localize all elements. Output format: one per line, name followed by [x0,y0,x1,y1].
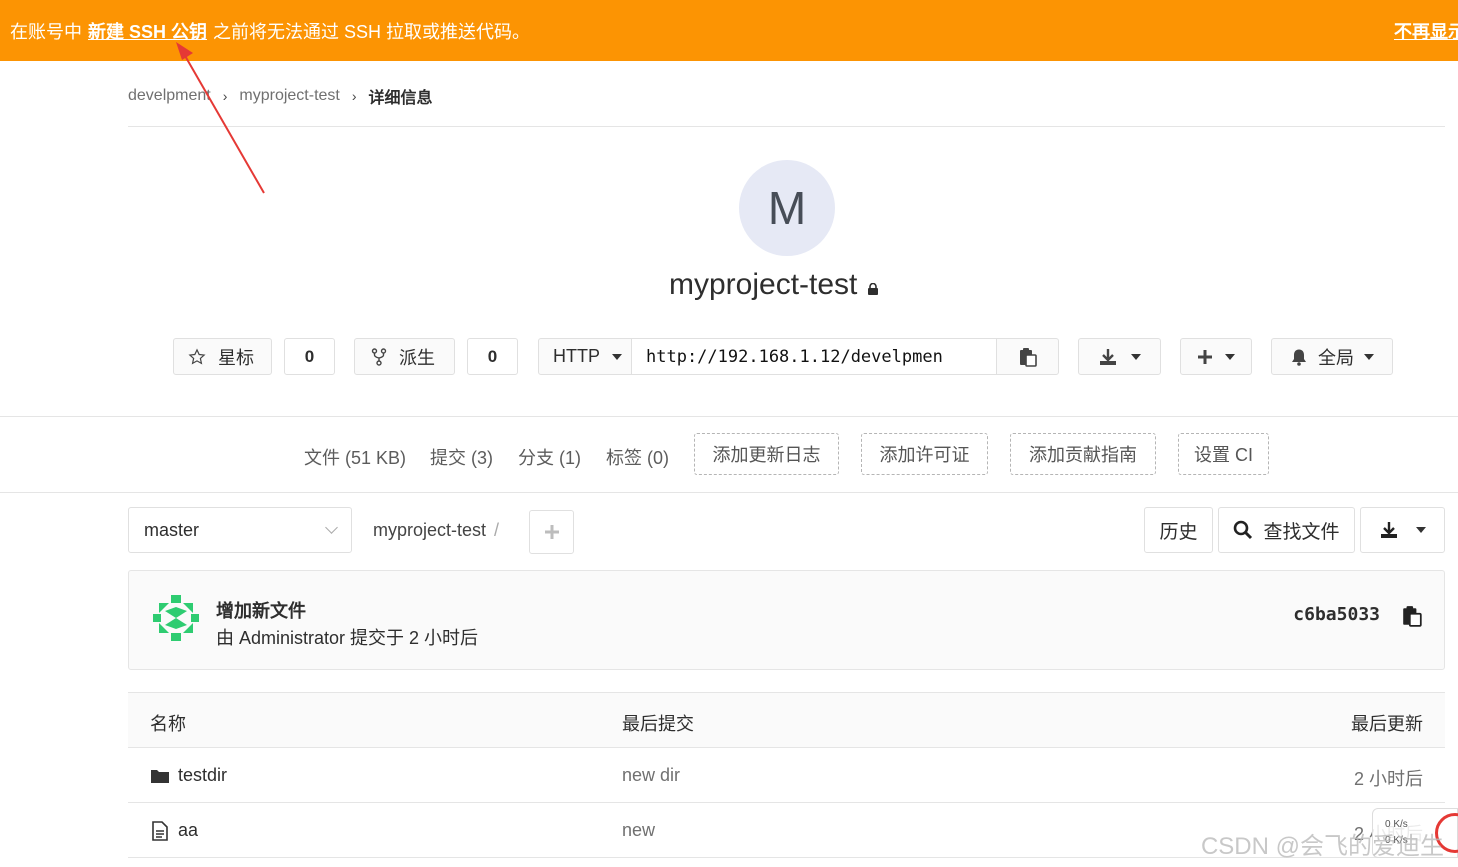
star-button[interactable]: 星标 [173,338,272,375]
fork-icon [371,347,387,366]
download-icon [1380,522,1397,538]
table-header: 名称 最后提交 最后更新 [128,692,1445,748]
commit-meta: 由 Administrator 提交于 2 小时后 [216,628,479,648]
project-avatar: M [739,160,835,256]
download-icon [1099,348,1116,365]
clone-url-input[interactable]: http://192.168.1.12/develpmen [631,338,997,375]
download-dropdown[interactable] [1078,338,1161,375]
plus-icon [1198,349,1212,364]
find-file-button[interactable]: 查找文件 [1218,507,1355,553]
caret-down-icon [1415,527,1426,533]
header-name: 名称 [150,714,186,734]
add-file-dropdown[interactable] [529,510,574,554]
watermark: CSDN @会飞的爱迪生 [1200,833,1444,860]
file-name-cell: testdir [150,765,227,786]
path-separator: / [494,520,500,540]
project-name: myproject-test [669,268,858,301]
ssh-key-warning-banner: 在账号中 新建 SSH 公钥 之前将无法通过 SSH 拉取或推送代码。 不再显示 [0,0,1458,61]
banner-suffix: 之前将无法通过 SSH 拉取或推送代码。 [213,21,531,42]
file-last-commit[interactable]: new dir [622,765,680,786]
fork-button[interactable]: 派生 [354,338,455,375]
clipboard-icon [1019,347,1037,367]
dont-show-again-link[interactable]: 不再显示 [1394,18,1458,44]
star-count[interactable]: 0 [284,338,335,375]
file-name[interactable]: aa [178,820,198,841]
setup-ci-button[interactable]: 设置 CI [1178,433,1269,475]
breadcrumb-current[interactable]: 详细信息 [369,84,433,108]
breadcrumb-divider [128,126,1445,127]
project-title: myproject-test [669,268,879,302]
add-changelog-button[interactable]: 添加更新日志 [694,433,839,475]
file-name[interactable]: testdir [178,765,227,786]
file-name-cell: aa [150,820,198,841]
caret-down-icon [612,353,622,360]
copy-url-button[interactable] [996,338,1059,375]
add-contributing-button[interactable]: 添加贡献指南 [1010,433,1156,475]
protocol-label: HTTP [553,346,600,366]
star-label: 星标 [218,347,254,368]
repo-download-dropdown[interactable] [1360,507,1445,553]
table-row[interactable]: testdir new dir 2 小时后 [128,748,1445,803]
caret-down-icon [1225,353,1235,360]
header-last-commit: 最后提交 [622,714,694,734]
find-file-label: 查找文件 [1263,521,1340,543]
divider [0,492,1458,493]
user-identicon[interactable] [151,593,201,643]
banner-prefix: 在账号中 [10,21,82,42]
history-button[interactable]: 历史 [1144,507,1213,553]
add-license-button[interactable]: 添加许可证 [861,433,988,475]
caret-down-icon [1364,353,1374,360]
add-ssh-key-link[interactable]: 新建 SSH 公钥 [88,18,207,44]
commit-sha[interactable]: c6ba5033 [1293,604,1380,625]
branch-name: master [144,519,200,540]
fork-count[interactable]: 0 [467,338,518,375]
folder-icon [151,769,169,783]
chevron-right-icon: › [351,88,357,104]
branch-select[interactable]: master [128,507,352,553]
breadcrumb: develpment › myproject-test › 详细信息 [128,84,433,108]
fork-label: 派生 [399,347,435,368]
star-icon [188,347,206,365]
header-last-update: 最后更新 [1351,714,1423,734]
notification-dropdown[interactable]: 全局 [1271,338,1393,375]
stat-commits[interactable]: 提交 (3) [430,444,493,470]
file-last-update: 2 小时后 [1353,769,1423,789]
chevron-down-icon [325,521,338,534]
clipboard-icon[interactable] [1402,605,1422,627]
lock-icon [868,283,879,295]
file-last-commit[interactable]: new [622,820,655,841]
stat-branches[interactable]: 分支 (1) [518,444,581,470]
protocol-dropdown[interactable]: HTTP [538,338,632,375]
last-commit-box: 增加新文件 由 Administrator 提交于 2 小时后 c6ba5033 [128,570,1445,670]
search-icon [1234,520,1253,540]
caret-down-icon [1130,353,1141,360]
bell-icon [1292,349,1306,366]
add-dropdown[interactable] [1180,338,1252,375]
breadcrumb-group[interactable]: develpment [128,87,211,105]
breadcrumb-project[interactable]: myproject-test [239,87,339,105]
repo-path: myproject-test / [373,520,499,541]
repo-path-root[interactable]: myproject-test [373,520,486,540]
divider [0,416,1458,417]
stat-files[interactable]: 文件 (51 KB) [304,444,406,470]
file-icon [152,820,168,841]
stat-tags[interactable]: 标签 (0) [606,444,669,470]
plus-icon [544,525,559,539]
commit-title[interactable]: 增加新文件 [216,597,306,623]
chevron-right-icon: › [222,88,228,104]
notification-label: 全局 [1318,347,1354,368]
